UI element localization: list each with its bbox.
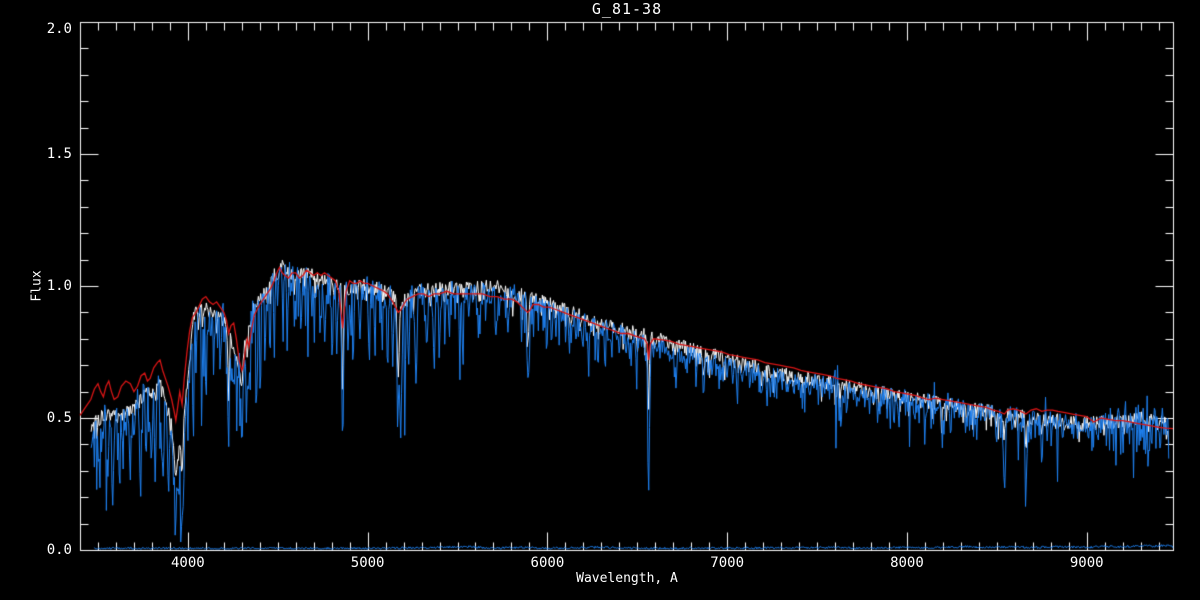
y-tick-label: 1.5 [26, 146, 72, 162]
y-tick-label: 1.0 [26, 278, 72, 294]
x-axis-label: Wavelength, A [576, 571, 678, 586]
plot-title: G_81-38 [592, 0, 662, 18]
y-tick-label: 0.0 [26, 542, 72, 558]
spectrum-plot-canvas [0, 0, 1200, 600]
x-tick-label: 6000 [531, 555, 565, 571]
y-tick-label: 2.0 [26, 21, 72, 37]
x-tick-label: 7000 [710, 555, 744, 571]
x-tick-label: 8000 [890, 555, 924, 571]
x-tick-label: 9000 [1070, 555, 1104, 571]
x-tick-label: 5000 [351, 555, 385, 571]
plot-window: G_81-38 Wavelength, A Flux 4000500060007… [0, 0, 1200, 600]
x-tick-label: 4000 [171, 555, 205, 571]
y-tick-label: 0.5 [26, 410, 72, 426]
